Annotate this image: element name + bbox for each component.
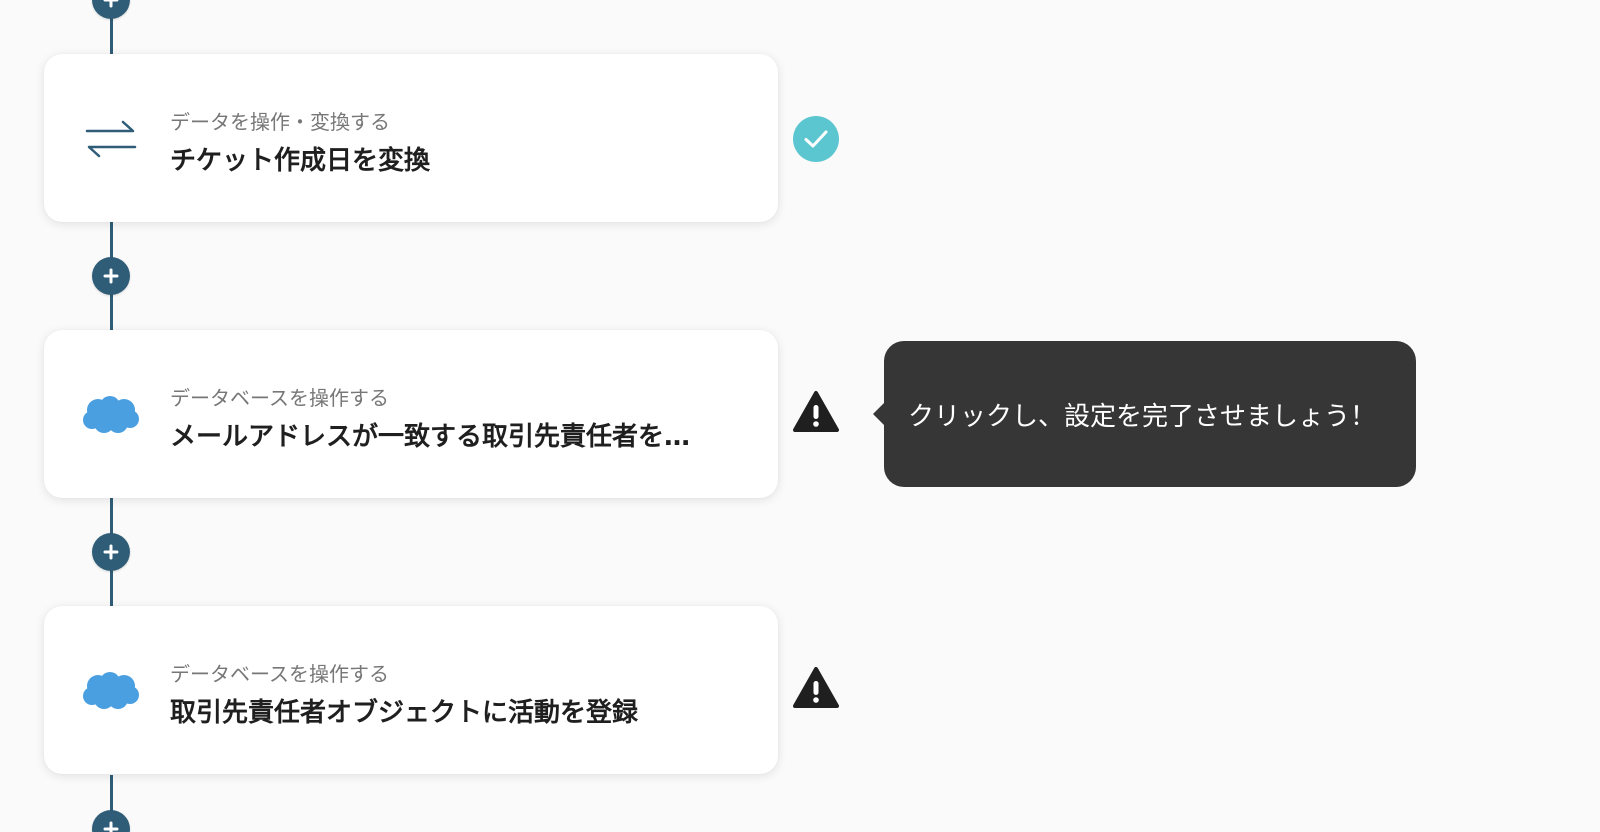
step-card-register-activity[interactable]: データベースを操作する 取引先責任者オブジェクトに活動を登録 [44, 606, 778, 774]
plus-icon [103, 0, 119, 8]
salesforce-cloud-icon [82, 386, 140, 444]
setup-hint-tooltip: クリックし、設定を完了させましょう！ [873, 341, 1416, 487]
plus-icon [103, 268, 119, 284]
add-step-button[interactable] [92, 257, 130, 295]
warning-triangle-icon [792, 388, 840, 436]
add-step-button[interactable] [92, 0, 130, 19]
plus-icon [103, 544, 119, 560]
step-title: チケット作成日を変換 [170, 146, 431, 176]
step-title: 取引先責任者オブジェクトに活動を登録 [170, 698, 639, 728]
tooltip-text: クリックし、設定を完了させましょう！ [908, 401, 1377, 432]
step-category: データベースを操作する [170, 662, 389, 686]
tooltip-arrow [873, 403, 884, 425]
step-card-search-contact[interactable]: データベースを操作する メールアドレスが一致する取引先責任者を… [44, 330, 778, 498]
workflow-canvas: データを操作・変換する チケット作成日を変換 データベースを操作する メールアド… [0, 0, 1600, 832]
step-card-convert-date[interactable]: データを操作・変換する チケット作成日を変換 [44, 54, 778, 222]
salesforce-cloud-icon [82, 662, 140, 720]
convert-arrows-icon [82, 110, 140, 168]
step-category: データを操作・変換する [170, 110, 390, 134]
step-title: メールアドレスが一致する取引先責任者を… [170, 422, 691, 452]
plus-icon [103, 821, 119, 832]
warning-triangle-icon [792, 664, 840, 712]
step-category: データベースを操作する [170, 386, 389, 410]
add-step-button[interactable] [92, 533, 130, 571]
check-circle-icon [792, 115, 840, 163]
add-step-button[interactable] [92, 810, 130, 832]
